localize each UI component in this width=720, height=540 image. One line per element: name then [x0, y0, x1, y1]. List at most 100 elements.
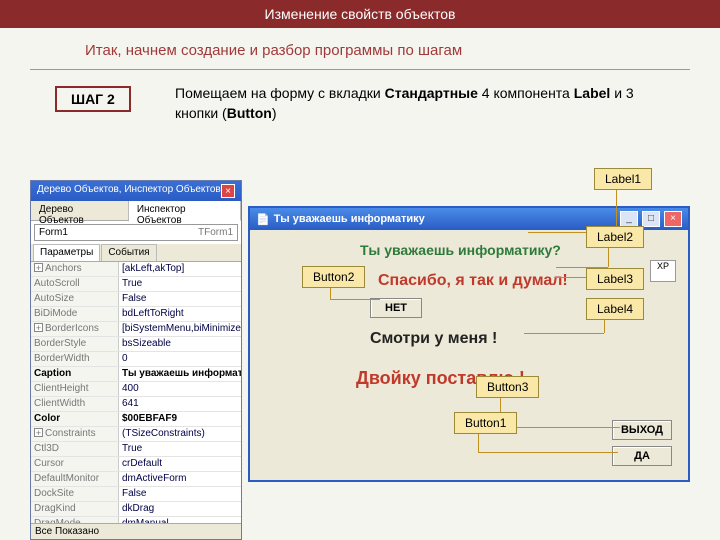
property-name: DockSite — [34, 488, 74, 499]
divider — [30, 69, 690, 70]
property-row[interactable]: AutoSize False — [31, 292, 241, 307]
property-value[interactable]: bsSizeable — [119, 337, 241, 351]
close-icon[interactable]: × — [664, 211, 682, 227]
label-thanks[interactable]: Спасибо, я так и думал! — [378, 272, 568, 290]
property-value[interactable]: 400 — [119, 382, 241, 396]
inspector-titlebar[interactable]: Дерево Объектов, Инспектор Объектов × — [31, 181, 241, 201]
property-value[interactable]: bdLeftToRight — [119, 307, 241, 321]
property-value[interactable]: 641 — [119, 397, 241, 411]
property-value[interactable]: crDefault — [119, 457, 241, 471]
inspector-subtabs: Параметры События — [31, 244, 241, 262]
property-value[interactable]: [biSystemMenu,biMinimize,biMaximiz — [119, 322, 241, 336]
property-name: BiDiMode — [34, 308, 77, 319]
property-row[interactable]: ClientWidth 641 — [31, 397, 241, 412]
property-value[interactable]: False — [119, 487, 241, 501]
callout-label1: Label1 — [594, 168, 652, 190]
maximize-icon[interactable]: □ — [642, 211, 660, 227]
property-row[interactable]: Ctl3D True — [31, 442, 241, 457]
inspector-title: Дерево Объектов, Инспектор Объектов — [37, 184, 221, 198]
property-value[interactable]: Ты уважаешь информатику — [119, 367, 241, 381]
callout-button3: Button3 — [476, 376, 539, 398]
label-question[interactable]: Ты уважаешь информатику? — [360, 242, 561, 258]
callout-button1: Button1 — [454, 412, 517, 434]
property-row[interactable]: ClientHeight 400 — [31, 382, 241, 397]
property-name: AutoScroll — [34, 278, 80, 289]
inspector-tabs: Дерево Объектов Инспектор Объектов — [31, 201, 241, 221]
expand-icon[interactable]: + — [34, 428, 43, 437]
expand-icon[interactable]: + — [34, 323, 43, 332]
button-yes[interactable]: ДА — [612, 446, 672, 466]
property-name: Color — [34, 413, 60, 424]
connector — [554, 277, 586, 278]
property-value[interactable]: True — [119, 277, 241, 291]
property-row[interactable]: +Constraints(TSizeConstraints) — [31, 427, 241, 442]
connector — [478, 433, 479, 453]
property-value[interactable]: True — [119, 442, 241, 456]
property-row[interactable]: Color $00EBFAF9 — [31, 412, 241, 427]
property-row[interactable]: BiDiMode bdLeftToRight — [31, 307, 241, 322]
xp-icon: XP — [650, 260, 676, 282]
property-name: Ctl3D — [34, 443, 59, 454]
text-bold: Стандартные — [385, 85, 478, 101]
property-row[interactable]: DefaultMonitordmActiveForm — [31, 472, 241, 487]
callout-label4: Label4 — [586, 298, 644, 320]
step-description: Помещаем на форму с вкладки Стандартные … — [175, 84, 645, 123]
property-row[interactable]: +BorderIcons [biSystemMenu,biMinimize,biM… — [31, 322, 241, 337]
callout-button2: Button2 — [302, 266, 365, 288]
object-inspector-window: Дерево Объектов, Инспектор Объектов × Де… — [30, 180, 242, 540]
property-name: Anchors — [45, 263, 82, 274]
property-row[interactable]: DockSite False — [31, 487, 241, 502]
property-name: AutoSize — [34, 293, 74, 304]
subtitle: Итак, начнем создание и разбор программы… — [0, 28, 720, 69]
expand-icon[interactable]: + — [34, 263, 43, 272]
object-selector[interactable]: Form1 TForm1 — [34, 224, 238, 241]
page-title: Изменение свойств объектов — [0, 0, 720, 28]
property-name: BorderWidth — [34, 353, 90, 364]
property-name: BorderStyle — [34, 338, 86, 349]
property-row[interactable]: AutoScroll True — [31, 277, 241, 292]
text-bold: Button — [227, 105, 272, 121]
label-look[interactable]: Смотри у меня ! — [370, 330, 497, 348]
property-value[interactable]: $00EBFAF9 — [119, 412, 241, 426]
app-title: Ты уважаешь информатику — [274, 213, 616, 225]
property-value[interactable]: dkDrag — [119, 502, 241, 516]
property-name: Cursor — [34, 458, 64, 469]
connector — [478, 452, 618, 453]
property-row[interactable]: CaptionТы уважаешь информатику — [31, 367, 241, 382]
property-row[interactable]: BorderWidth 0 — [31, 352, 241, 367]
property-value[interactable]: 0 — [119, 352, 241, 366]
text-bold: Label — [574, 85, 611, 101]
text: Помещаем на форму с вкладки — [175, 85, 385, 101]
connector — [330, 299, 380, 300]
minimize-icon[interactable]: _ — [620, 211, 638, 227]
callout-label2: Label2 — [586, 226, 644, 248]
object-name: Form1 — [39, 227, 68, 238]
inspector-footer: Все Показано — [31, 523, 241, 539]
property-value[interactable]: False — [119, 292, 241, 306]
step-badge: ШАГ 2 — [55, 86, 131, 112]
tab-events[interactable]: События — [101, 244, 156, 261]
tab-object-tree[interactable]: Дерево Объектов — [31, 201, 129, 220]
tab-properties[interactable]: Параметры — [33, 244, 100, 261]
connector — [524, 333, 604, 334]
property-row[interactable]: +Anchors [akLeft,akTop] — [31, 262, 241, 277]
property-row[interactable]: Cursor crDefault — [31, 457, 241, 472]
property-value[interactable]: (TSizeConstraints) — [119, 427, 241, 441]
property-grid[interactable]: +Anchors[akLeft,akTop]AutoScrollTrueAuto… — [31, 262, 241, 540]
property-value[interactable]: [akLeft,akTop] — [119, 262, 241, 276]
button-exit[interactable]: ВЫХОД — [612, 420, 672, 440]
form-icon: 📄 — [256, 213, 270, 226]
text: 4 компонента — [478, 85, 574, 101]
property-row[interactable]: DragKind dkDrag — [31, 502, 241, 517]
property-name: ClientWidth — [34, 398, 85, 409]
property-row[interactable]: BorderStyle bsSizeable — [31, 337, 241, 352]
connector — [330, 287, 331, 299]
property-name: BorderIcons — [45, 323, 99, 334]
tab-object-inspector[interactable]: Инспектор Объектов — [129, 201, 241, 221]
step-row: ШАГ 2 Помещаем на форму с вкладки Станда… — [0, 84, 720, 128]
property-name: ClientHeight — [34, 383, 88, 394]
property-value[interactable]: dmActiveForm — [119, 472, 241, 486]
property-name: DragKind — [34, 503, 76, 514]
close-icon[interactable]: × — [221, 184, 235, 198]
button-no[interactable]: НЕТ — [370, 298, 422, 318]
